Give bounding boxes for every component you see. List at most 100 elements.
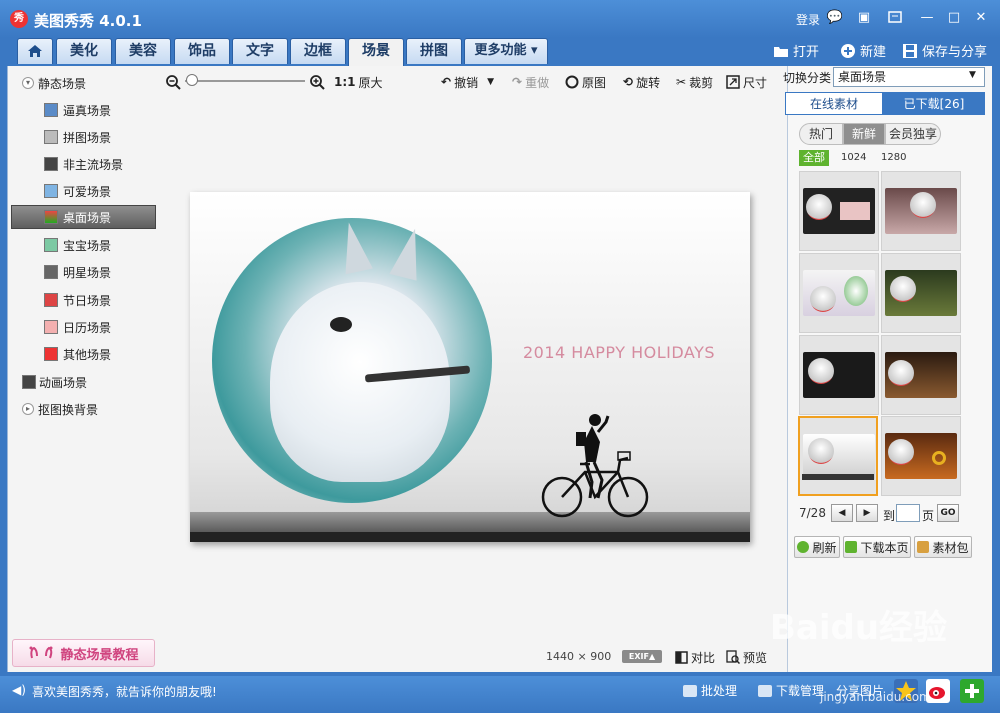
redo-icon: ↷	[512, 75, 523, 89]
app-logo-icon: 秀	[10, 10, 28, 28]
husky-body	[270, 282, 450, 482]
nav-group-animated[interactable]: 动画场景	[22, 370, 172, 394]
next-page-button[interactable]: ▶	[856, 504, 878, 522]
skin-icon[interactable]: ▣	[855, 9, 873, 27]
page-number-input[interactable]	[896, 504, 920, 522]
filter-hot[interactable]: 热门	[799, 123, 843, 145]
nav-group-cutout[interactable]: ▸ 抠图换背景	[22, 397, 172, 421]
undo-dropdown-icon[interactable]: ▼	[487, 77, 494, 87]
scene-thumbnail[interactable]	[799, 253, 879, 333]
nav-group-animated-label: 动画场景	[39, 375, 88, 390]
original-image-button[interactable]: 原图	[565, 72, 606, 92]
redo-button[interactable]: ↷ 重做	[512, 72, 549, 92]
nav-item-realistic[interactable]: 逼真场景	[44, 98, 194, 122]
refresh-icon	[797, 541, 810, 553]
menu-icon[interactable]	[886, 9, 904, 27]
nav-item-star[interactable]: 明星场景	[44, 260, 194, 284]
crop-button[interactable]: ✂ 裁剪	[676, 72, 713, 92]
material-pack-button[interactable]: 素材包	[914, 536, 972, 558]
category-select[interactable]: 桌面场景	[833, 67, 985, 87]
tab-accessories[interactable]: 饰品	[174, 38, 230, 64]
tab-home[interactable]	[17, 38, 53, 64]
festival-icon	[44, 293, 58, 307]
nav-group-static[interactable]: ▾ 静态场景	[22, 71, 172, 95]
resolution-filter-all[interactable]: 全部	[799, 150, 829, 166]
refresh-button[interactable]: 刷新	[794, 536, 840, 558]
preview-button[interactable]: 预览	[726, 647, 767, 667]
compare-button[interactable]: 对比	[675, 647, 715, 667]
original-size-button[interactable]: 1:1 原大	[334, 72, 383, 92]
nav-item-baby[interactable]: 宝宝场景	[44, 233, 194, 257]
download-manager-button[interactable]: 下载管理	[758, 682, 824, 699]
tab-more-features[interactable]: 更多功能 ▾	[464, 38, 548, 64]
add-share-icon[interactable]	[960, 679, 984, 703]
scene-thumbnail[interactable]	[881, 416, 961, 496]
download-page-button[interactable]: 下载本页	[843, 536, 911, 558]
go-button[interactable]: GO	[937, 504, 959, 522]
download-manager-label: 下载管理	[776, 684, 825, 698]
minimize-icon[interactable]: —	[918, 9, 936, 27]
tab-online-materials[interactable]: 在线素材	[785, 92, 883, 115]
save-share-button[interactable]: 保存与分享	[902, 41, 987, 60]
scene-thumbnail[interactable]	[881, 335, 961, 415]
zoom-in-button[interactable]	[309, 72, 325, 92]
home-icon	[28, 45, 42, 57]
collapse-icon: ▾	[22, 77, 34, 89]
resolution-filter-1280[interactable]: 1280	[881, 152, 906, 163]
resize-button[interactable]: 尺寸	[726, 72, 767, 92]
hands-icon	[29, 646, 53, 659]
batch-process-button[interactable]: 批处理	[683, 682, 737, 699]
nav-item-other[interactable]: 其他场景	[44, 342, 194, 366]
resize-icon	[726, 75, 740, 89]
scene-thumbnail[interactable]	[799, 171, 879, 251]
baidu-watermark-url: jingyan.baidu.com	[820, 690, 931, 704]
tab-frame[interactable]: 边框	[290, 38, 346, 64]
chevron-down-icon[interactable]: ▼	[969, 70, 976, 80]
nav-item-label: 节日场景	[63, 293, 112, 308]
scene-thumbnail[interactable]	[799, 335, 879, 415]
feedback-icon[interactable]: 💬	[826, 9, 844, 27]
tutorial-label: 静态场景教程	[60, 647, 139, 663]
zoom-slider-handle[interactable]	[186, 74, 198, 86]
resolution-filter-1024[interactable]: 1024	[841, 152, 866, 163]
tab-scene[interactable]: 场景	[348, 38, 404, 66]
scissors-icon: ✂	[676, 75, 687, 89]
scene-thumbnail-selected[interactable]	[798, 416, 878, 496]
undo-button[interactable]: ↶ 撤销 ▼	[441, 72, 494, 92]
zoom-out-button[interactable]	[165, 72, 181, 92]
exif-button[interactable]: EXIF▲	[622, 650, 662, 663]
zoom-in-icon	[310, 75, 325, 90]
package-icon	[917, 541, 930, 553]
tab-text[interactable]: 文字	[232, 38, 288, 64]
tab-face[interactable]: 美容	[115, 38, 171, 64]
new-button[interactable]: 新建	[840, 41, 886, 60]
tab-downloaded[interactable]: 已下载[26]	[883, 92, 985, 115]
nav-item-collage[interactable]: 拼图场景	[44, 125, 194, 149]
nav-item-desktop[interactable]: 桌面场景	[11, 205, 156, 229]
page-unit-label: 页	[922, 509, 935, 523]
static-scene-tutorial-button[interactable]: 静态场景教程	[12, 639, 155, 667]
scene-thumbnail[interactable]	[881, 253, 961, 333]
rotate-button[interactable]: ⟲ 旋转	[623, 72, 660, 92]
open-button[interactable]: 打开	[773, 41, 819, 60]
login-link[interactable]: 登录	[796, 11, 820, 28]
close-icon[interactable]: ✕	[972, 9, 990, 27]
download-page-label: 下载本页	[860, 540, 909, 555]
nav-item-nonmainstream[interactable]: 非主流场景	[44, 152, 194, 176]
preview-label: 预览	[743, 650, 768, 665]
portrait-icon	[44, 157, 58, 171]
filter-new[interactable]: 新鲜	[843, 123, 885, 145]
nav-item-label: 桌面场景	[63, 210, 112, 225]
tab-collage[interactable]: 拼图	[406, 38, 462, 64]
filter-vip-only[interactable]: 会员独享	[885, 123, 941, 145]
previous-page-button[interactable]: ◀	[831, 504, 853, 522]
maximize-icon[interactable]: □	[945, 9, 963, 27]
tab-beautify[interactable]: 美化	[56, 38, 112, 64]
nav-item-cute[interactable]: 可爱场景	[44, 179, 194, 203]
nav-item-calendar[interactable]: 日历场景	[44, 315, 194, 339]
photo-canvas[interactable]: 2014 HAPPY HOLIDAYS	[190, 192, 750, 542]
scene-thumbnail[interactable]	[881, 171, 961, 251]
nav-item-festival[interactable]: 节日场景	[44, 288, 194, 312]
status-message[interactable]: 喜欢美图秀秀，就告诉你的朋友哦!	[32, 683, 217, 700]
zoom-slider-track[interactable]	[185, 80, 305, 82]
